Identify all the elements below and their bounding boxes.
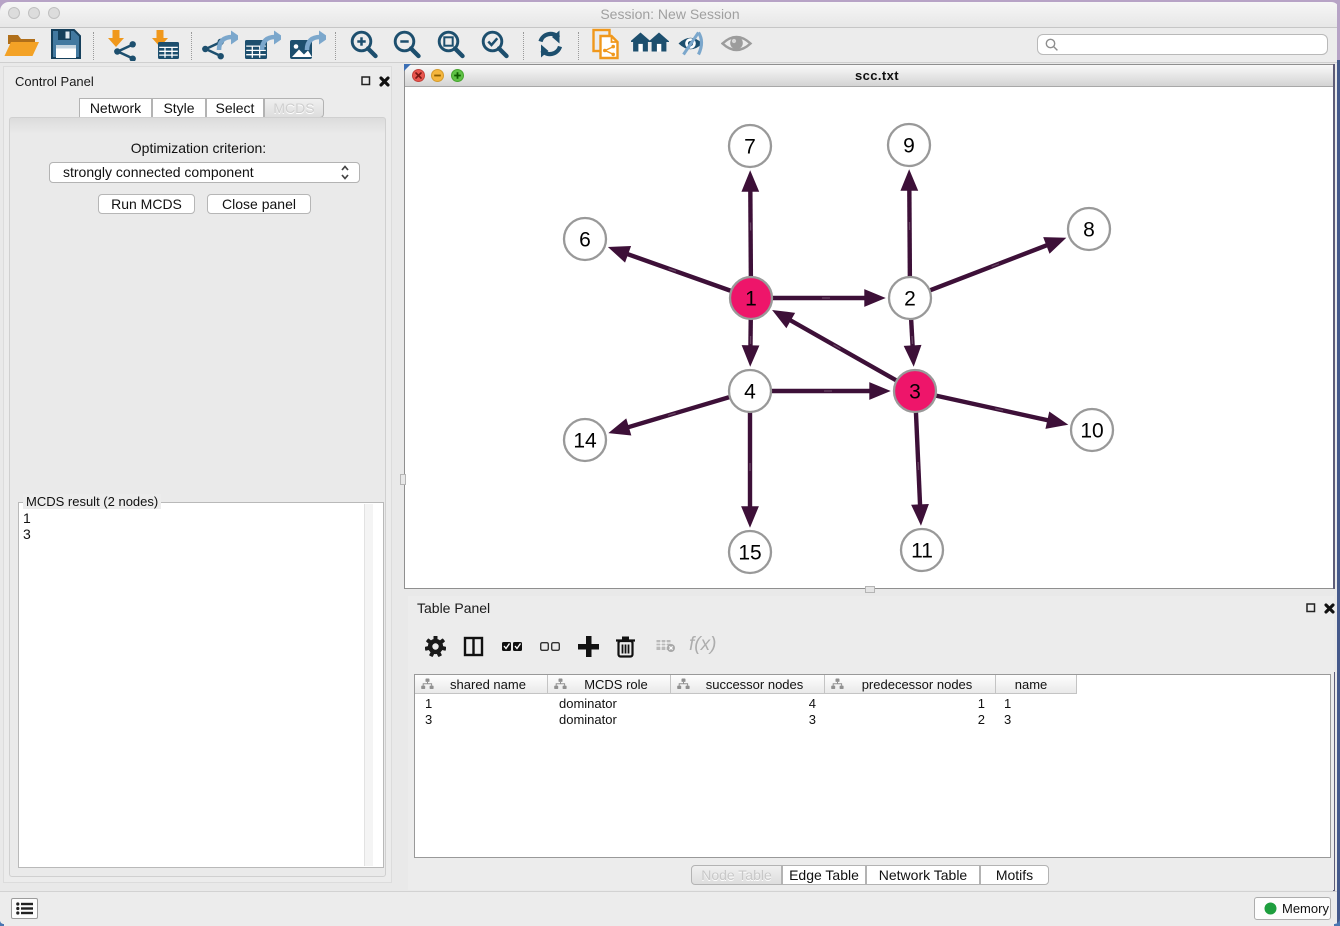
svg-text:1: 1	[745, 288, 757, 311]
svg-text:4: 4	[744, 381, 756, 404]
svg-text:10: 10	[1080, 420, 1103, 443]
svg-text:7: 7	[744, 136, 756, 159]
svg-text:11: 11	[911, 540, 933, 563]
svg-text:f(x): f(x)	[689, 634, 716, 655]
svg-text:8: 8	[1083, 219, 1095, 242]
svg-text:14: 14	[573, 430, 597, 453]
svg-text:3: 3	[909, 381, 921, 404]
svg-text:15: 15	[738, 542, 761, 565]
svg-text:6: 6	[579, 229, 591, 252]
svg-text:2: 2	[904, 288, 916, 311]
svg-text:9: 9	[903, 135, 915, 158]
